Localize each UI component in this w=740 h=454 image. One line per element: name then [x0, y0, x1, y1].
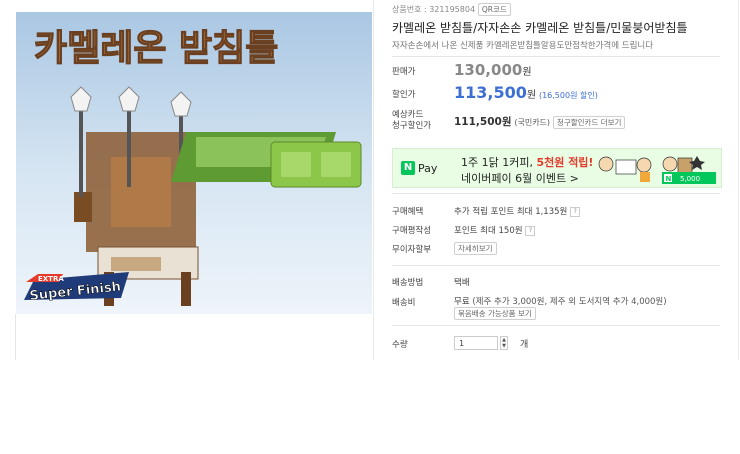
card-price-label: 예상카드 청구할인가 [392, 110, 431, 132]
card-discount-more-button[interactable]: 청구할인카드 더보기 [552, 116, 626, 129]
card-name: (국민카드) [514, 118, 551, 127]
product-detail-page: 카멜레온 받침틀 EXTRA Super Finish 상품번호: 32119… [0, 0, 740, 454]
banner-headline-part2: 5천원 적립! [536, 156, 594, 169]
quantity-unit: 개 [520, 340, 529, 350]
help-icon[interactable]: ? [525, 225, 536, 236]
banner-headline: 1주 1닭 1커피, 5천원 적립! [461, 154, 593, 170]
svg-text:N: N [666, 175, 672, 183]
product-code-row: 상품번호 : 321195804 QR코드 [392, 3, 511, 16]
shipping-fee-value: 무료 [454, 297, 470, 307]
shipping-fee-row: 무료 (제주 추가 3,000원, 제주 외 도서지역 추가 4,000원) [454, 295, 667, 307]
quantity-input[interactable]: 1 [454, 336, 498, 350]
card-price-value: 111,500원 [454, 116, 512, 128]
installment-detail-button[interactable]: 자세히보기 [454, 242, 497, 255]
sale-price-value: 113,500 [454, 83, 527, 102]
product-code: 상품번호 : 321195804 [392, 5, 476, 14]
right-border [738, 0, 739, 360]
stepper-down-icon[interactable]: ▼ [501, 343, 507, 349]
bundle-row: 묶음배송 가능상품 보기 [454, 307, 536, 320]
shipping-method-value: 택배 [454, 278, 470, 288]
installment-row: 자세히보기 [454, 242, 497, 255]
sale-price-label: 할인가 [392, 90, 416, 100]
product-image[interactable]: 카멜레온 받침틀 EXTRA Super Finish [16, 12, 372, 314]
regular-price-label: 판매가 [392, 67, 416, 77]
help-icon[interactable]: ? [570, 206, 581, 217]
shipping-fee-label: 배송비 [392, 298, 416, 308]
sale-price: 113,500원 (16,500원 할인) [454, 83, 598, 102]
review-value: 포인트 최대 150원 [454, 226, 523, 236]
installment-label: 무이자할부 [392, 245, 432, 255]
product-title: 카멜레온 받침틀/자자손손 카멜레온 받침틀/민물붕어받침틀 [392, 21, 688, 35]
banner-subline: 네이버페이 6월 이벤트 > [461, 172, 579, 185]
card-price-label-line2: 청구할인가 [392, 121, 432, 131]
banner-point: 5,000 [680, 175, 700, 183]
npay-logo: N Pay [401, 160, 437, 176]
naverpay-event-banner[interactable]: N Pay 1주 1닭 1커피, 5천원 적립! 네이버페이 6월 이벤트 > … [392, 148, 722, 188]
image-panel-left-border [15, 314, 16, 360]
divider [392, 56, 720, 57]
regular-price-value: 130,000 [454, 61, 523, 79]
banner-illustration: N 5,000 [598, 156, 716, 184]
banner-headline-part1: 1주 1닭 1커피, [461, 156, 537, 169]
shipping-fee-note: (제주 추가 3,000원, 제주 외 도서지역 추가 4,000원) [472, 297, 667, 307]
buy-benefit-value: 추가 적립 포인트 최대 1,135원 [454, 207, 568, 217]
buy-benefit-label: 구매혜택 [392, 207, 424, 217]
card-price-label-line1: 예상카드 [392, 110, 424, 120]
naver-n-icon: N [401, 161, 415, 175]
badge-extra-text: EXTRA [38, 275, 64, 283]
quantity-stepper[interactable]: ▲ ▼ [500, 336, 508, 350]
qr-code-button[interactable]: QR코드 [477, 3, 511, 16]
regular-price: 130,000원 [454, 61, 532, 79]
image-overlay-title: 카멜레온 받침틀 [34, 28, 278, 69]
review-label: 구매평작성 [392, 226, 432, 236]
sale-price-unit: 원 [526, 90, 537, 101]
bundle-shipping-button[interactable]: 묶음배송 가능상품 보기 [454, 307, 536, 320]
product-subtitle: 자자손손에서 나온 신제품 카멜레온받침틀알용도만점착한가격에 드립니다 [392, 41, 654, 51]
discount-amount: (16,500원 할인) [538, 91, 598, 100]
card-price: 111,500원 (국민카드) 청구할인카드 더보기 [454, 114, 626, 129]
buy-benefit-row: 추가 적립 포인트 최대 1,135원 ? [454, 205, 581, 217]
shipping-method-label: 배송방법 [392, 278, 424, 288]
npay-logo-text: Pay [418, 161, 438, 175]
divider [392, 265, 720, 266]
divider [392, 325, 720, 326]
review-row: 포인트 최대 150원 ? [454, 224, 536, 236]
quantity-label: 수량 [392, 340, 408, 350]
divider [392, 193, 720, 194]
regular-price-unit: 원 [522, 67, 532, 78]
